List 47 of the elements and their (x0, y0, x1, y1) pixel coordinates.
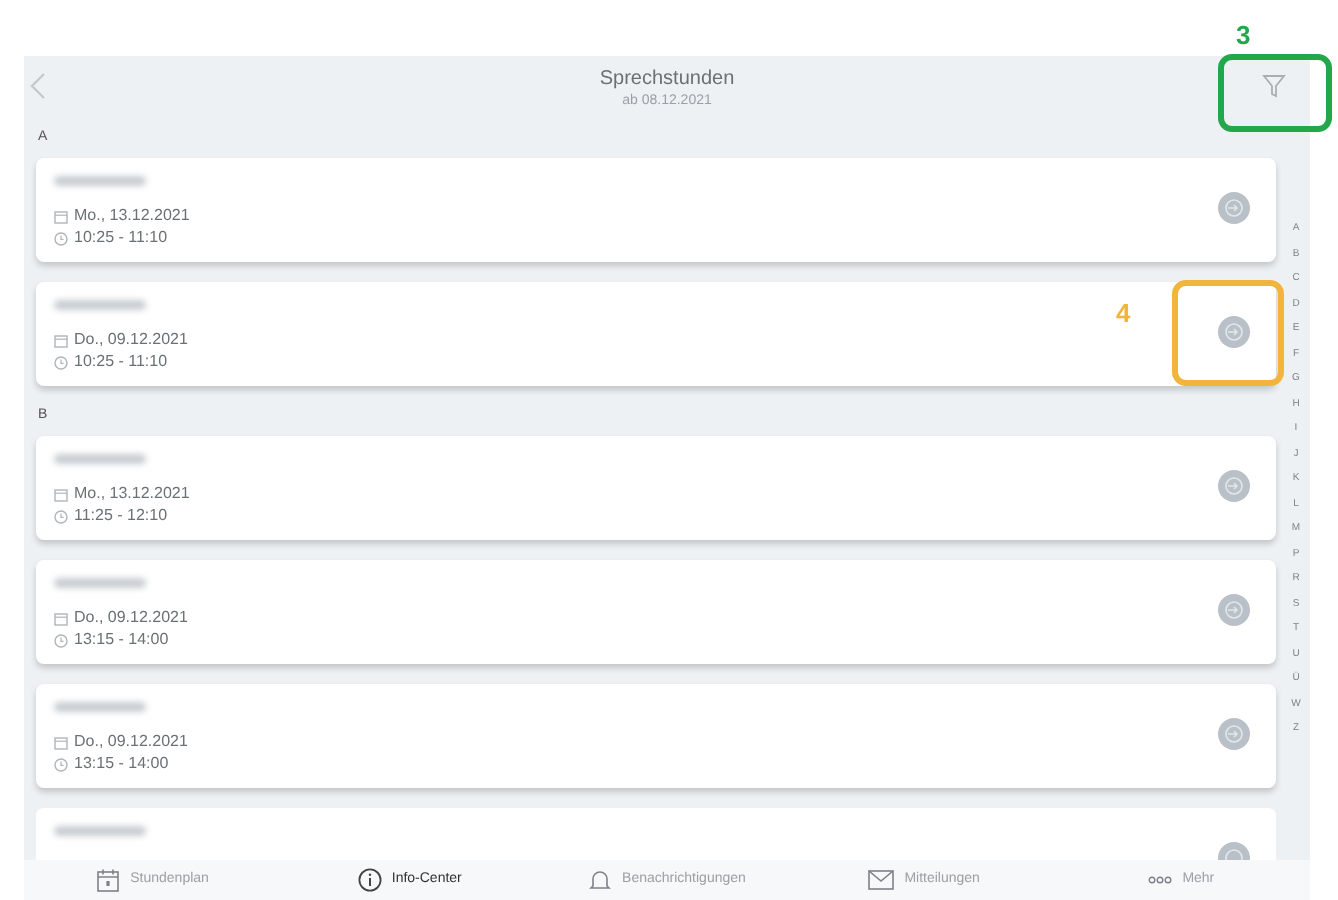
enter-icon[interactable] (1218, 470, 1250, 502)
calendar-icon (54, 209, 68, 223)
date-text: Do., 09.12.2021 (74, 732, 188, 752)
enter-icon[interactable] (1218, 842, 1250, 860)
enter-icon[interactable] (1218, 718, 1250, 750)
blurred-name (54, 578, 146, 588)
calendar-icon (54, 735, 68, 749)
time-text: 11:25 - 12:10 (74, 506, 168, 526)
info-icon (357, 868, 382, 892)
time-text: 13:15 - 14:00 (74, 630, 169, 650)
blurred-name (54, 826, 146, 836)
calendar-icon (54, 333, 68, 347)
appointment-card[interactable] (36, 808, 1276, 860)
appointment-card[interactable]: Do., 09.12.2021 13:15 - 14:00 (36, 684, 1276, 788)
appointment-card[interactable]: Mo., 13.12.2021 10:25 - 11:10 (36, 158, 1276, 262)
clock-icon (54, 231, 68, 245)
date-text: Do., 09.12.2021 (74, 608, 188, 628)
back-icon[interactable] (30, 72, 46, 100)
date-text: Mo., 13.12.2021 (74, 484, 190, 504)
appointment-card[interactable]: Mo., 13.12.2021 11:25 - 12:10 (36, 436, 1276, 540)
enter-icon[interactable] (1218, 594, 1250, 626)
enter-icon[interactable] (1218, 316, 1250, 348)
bell-icon (588, 868, 613, 892)
blurred-name (54, 176, 146, 186)
clock-icon (54, 633, 68, 647)
blurred-name (54, 300, 146, 310)
filter-icon[interactable] (1262, 74, 1286, 98)
callout-number: 3 (1236, 18, 1251, 54)
callout-number: 4 (1116, 296, 1131, 332)
date-text: Do., 09.12.2021 (74, 330, 188, 350)
blurred-name (54, 454, 146, 464)
calendar-icon (54, 611, 68, 625)
more-icon (1148, 876, 1173, 884)
page-title: Sprechstunden (599, 67, 735, 91)
clock-icon (54, 509, 68, 523)
time-text: 10:25 - 11:10 (74, 228, 168, 248)
mail-icon (868, 870, 895, 890)
enter-icon[interactable] (1218, 192, 1250, 224)
clock-icon (54, 355, 68, 369)
calendar-icon (54, 487, 68, 501)
clock-icon (54, 757, 68, 771)
blurred-name (54, 702, 146, 712)
calendar-icon (96, 868, 121, 892)
appointment-card[interactable]: Do., 09.12.2021 13:15 - 14:00 (36, 560, 1276, 664)
time-text: 10:25 - 11:10 (74, 352, 168, 372)
time-text: 13:15 - 14:00 (74, 754, 169, 774)
date-text: Mo., 13.12.2021 (74, 206, 190, 226)
